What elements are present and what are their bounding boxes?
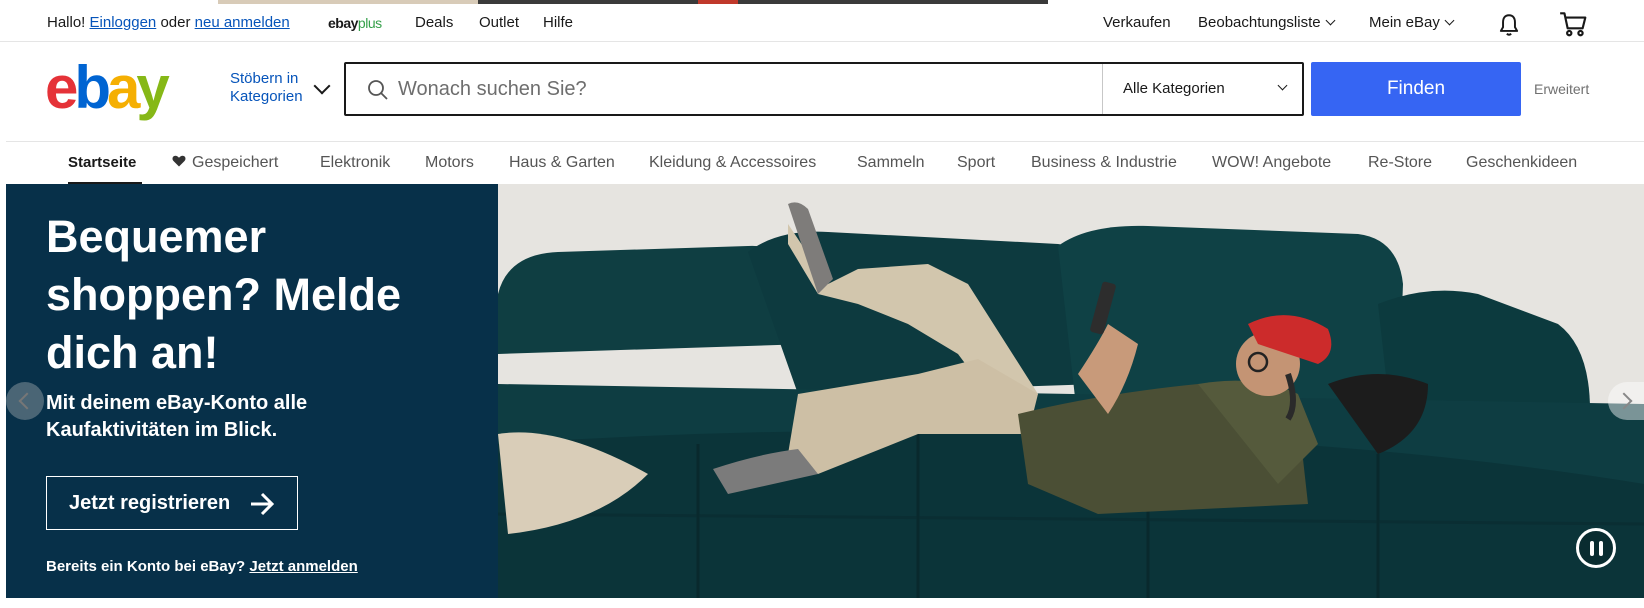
hero-panel: Bequemer shoppen? Melde dich an! Mit dei… (6, 184, 498, 598)
login-prompt: Bereits ein Konto bei eBay? Jetzt anmeld… (46, 558, 358, 575)
nav-item-saved[interactable]: Gespeichert (172, 154, 278, 172)
pause-bar-icon (1599, 541, 1603, 556)
ebay-logo[interactable]: ebay (45, 54, 195, 122)
ebayplus-link[interactable]: ebayplus (328, 15, 382, 31)
outlet-link[interactable]: Outlet (479, 14, 519, 31)
signin-link[interactable]: Einloggen (90, 14, 157, 31)
chevron-down-icon (1325, 15, 1336, 26)
nav-item-home[interactable]: Startseite (68, 154, 136, 171)
chevron-down-icon[interactable] (313, 77, 331, 95)
carousel-pause-button[interactable] (1576, 528, 1616, 568)
register-button[interactable]: Jetzt registrieren (46, 476, 298, 530)
chevron-down-icon (1444, 15, 1455, 26)
hero-subtitle: Mit deinem eBay-Konto alle Kaufaktivität… (46, 392, 308, 441)
myebay-label: Mein eBay (1369, 14, 1440, 31)
category-nav: Startseite Gespeichert Elektronik Motors… (0, 142, 1644, 184)
myebay-dropdown[interactable]: Mein eBay (1369, 14, 1455, 31)
heart-icon (172, 155, 186, 167)
ebay-logo-graphic: ebay (45, 54, 174, 121)
carousel-prev-button[interactable] (6, 382, 44, 420)
nav-item-electronics[interactable]: Elektronik (320, 154, 390, 172)
bell-icon[interactable] (1496, 12, 1522, 38)
greeting-text: Hallo! (47, 14, 86, 31)
hero-photo (498, 184, 1644, 598)
nav-item-collectibles[interactable]: Sammeln (857, 154, 925, 172)
login-prompt-text: Bereits ein Konto bei eBay? (46, 558, 246, 575)
pause-bar-icon (1590, 541, 1594, 556)
hero-title: Bequemer shoppen? Melde dich an! (46, 211, 402, 378)
hero-image[interactable] (498, 184, 1644, 598)
chevron-down-icon (1277, 80, 1288, 91)
nav-item-home-garden[interactable]: Haus & Garten (509, 154, 615, 172)
watchlist-dropdown[interactable]: Beobachtungsliste (1198, 14, 1336, 31)
nav-item-motors[interactable]: Motors (425, 154, 474, 172)
or-text: oder (160, 14, 191, 31)
search-input[interactable] (398, 72, 1038, 106)
login-link[interactable]: Jetzt anmelden (249, 558, 357, 575)
find-button[interactable]: Finden (1311, 62, 1521, 116)
nav-item-business[interactable]: Business & Industrie (1031, 154, 1177, 172)
category-select-value: Alle Kategorien (1123, 80, 1225, 97)
ebayplus-brand: ebay (328, 15, 358, 31)
carousel-next-button[interactable] (1608, 382, 1644, 420)
ebayplus-suffix: plus (357, 15, 382, 31)
search-bar: Alle Kategorien (344, 62, 1304, 116)
nav-item-wow-deals[interactable]: WOW! Angebote (1212, 154, 1331, 172)
register-button-label: Jetzt registrieren (69, 491, 231, 514)
cart-icon[interactable] (1558, 10, 1588, 38)
advanced-search-link[interactable]: Erweitert (1534, 81, 1589, 97)
nav-item-restore[interactable]: Re-Store (1368, 154, 1432, 172)
greeting-line: Hallo! Einloggen oder neu anmelden (47, 14, 290, 31)
shop-by-category-line2: Kategorien (230, 88, 303, 105)
watchlist-label: Beobachtungsliste (1198, 14, 1321, 31)
utility-bar: Hallo! Einloggen oder neu anmelden ebayp… (0, 4, 1644, 42)
nav-item-gift-ideas[interactable]: Geschenkideen (1466, 154, 1577, 172)
shop-by-category-button[interactable]: Stöbern in Kategorien (230, 70, 303, 106)
nav-item-fashion[interactable]: Kleidung & Accessoires (649, 154, 816, 172)
deals-link[interactable]: Deals (415, 14, 453, 31)
register-link[interactable]: neu anmelden (195, 14, 290, 31)
search-icon (368, 80, 388, 100)
nav-item-saved-label: Gespeichert (192, 154, 279, 171)
sell-link[interactable]: Verkaufen (1103, 14, 1171, 31)
nav-item-sport[interactable]: Sport (957, 154, 995, 172)
shop-by-category-line1: Stöbern in (230, 70, 299, 87)
help-link[interactable]: Hilfe (543, 14, 573, 31)
svg-text:ebay: ebay (45, 58, 170, 121)
arrow-right-icon (251, 492, 275, 516)
category-select[interactable]: Alle Kategorien (1102, 64, 1302, 114)
